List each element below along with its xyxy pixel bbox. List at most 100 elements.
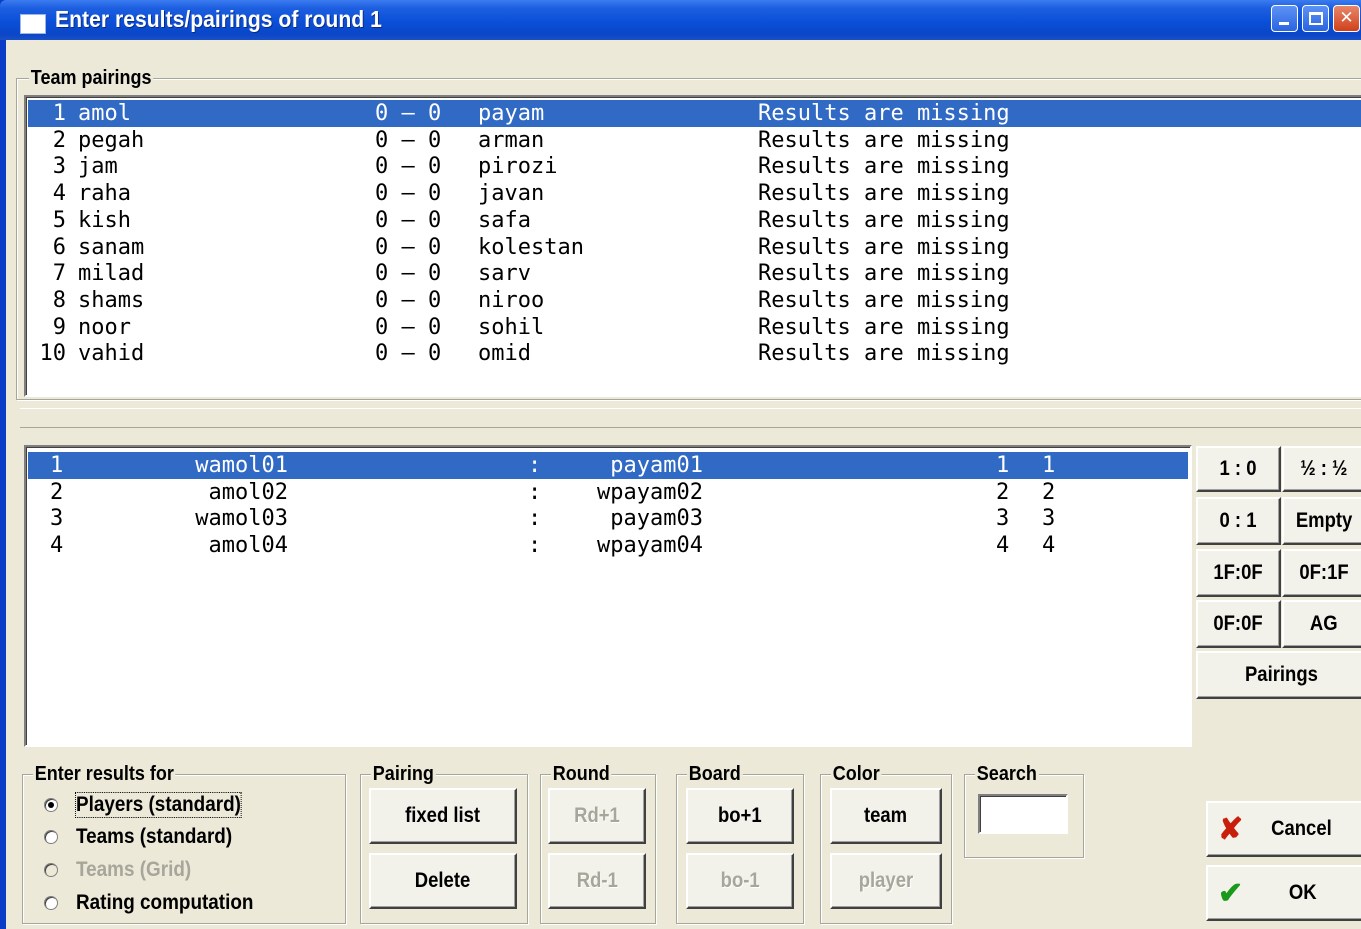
cell-n2: 3	[1042, 506, 1056, 532]
team-pairings-list[interactable]: 1 amol 0 – 0 payam Results are missing 2 pegah…	[24, 95, 1361, 397]
maximize-button[interactable]	[1302, 5, 1329, 32]
cell-away: arman	[478, 127, 545, 153]
checkmark-icon: ✔	[1218, 876, 1244, 910]
cell-score: 0 – 0	[375, 181, 442, 207]
cell-score: 0 – 0	[375, 127, 442, 153]
ok-button[interactable]: ✔ OK	[1206, 865, 1361, 921]
color-player-button[interactable]: player	[830, 853, 942, 909]
cell-score: 0 – 0	[375, 207, 442, 233]
cell-no: 1	[52, 101, 66, 126]
team-pairing-row[interactable]: 8 shams 0 – 0 niroo Results are missing	[28, 287, 1361, 314]
result-1-0-button[interactable]: 1 : 0	[1196, 446, 1281, 492]
splitter[interactable]	[20, 408, 1361, 428]
fixed-list-button[interactable]: fixed list	[369, 788, 517, 844]
cell-home: jam	[78, 154, 118, 180]
title-bar[interactable]: Enter results/pairings of round 1 ✕	[0, 0, 1361, 40]
cell-n2: 1	[1042, 453, 1056, 478]
enter-results-for-label: Enter results for	[33, 763, 176, 786]
round-next-button[interactable]: Rd+1	[548, 788, 646, 844]
cell-no: 9	[52, 314, 66, 340]
radio-teams-grid: Teams (Grid)	[44, 855, 204, 885]
team-pairing-row[interactable]: 4 raha 0 – 0 javan Results are missing	[28, 180, 1361, 207]
result-0f-0f-button[interactable]: 0F:0F	[1196, 600, 1281, 648]
window-title: Enter results/pairings of round 1	[55, 6, 382, 32]
cell-no: 10	[39, 341, 67, 367]
team-pairing-row[interactable]: 10 vahid 0 – 0 omid Results are missing	[28, 340, 1361, 367]
cell-status: Results are missing	[758, 314, 1010, 340]
cell-status: Results are missing	[758, 207, 1010, 233]
cancel-icon: ✘	[1218, 812, 1244, 846]
cell-home: pegah	[78, 127, 145, 153]
close-button[interactable]: ✕	[1333, 5, 1360, 32]
team-pairings-label: Team pairings	[29, 67, 154, 90]
team-pairing-row[interactable]: 1 amol 0 – 0 payam Results are missing	[28, 100, 1361, 127]
maximize-icon	[1309, 12, 1323, 25]
team-pairing-row[interactable]: 9 noor 0 – 0 sohil Results are missing	[28, 314, 1361, 341]
cell-black: wpayam02	[597, 479, 703, 505]
cell-away: omid	[478, 341, 531, 367]
cell-away: sohil	[478, 314, 545, 340]
cell-n2: 4	[1042, 533, 1056, 559]
board-pairings-list[interactable]: 1 wamol01: payam01 1 1 2 amol02: wpayam02 2 2 3 wam…	[24, 445, 1192, 747]
result-0f-1f-button[interactable]: 0F:1F	[1282, 549, 1361, 597]
board-pairing-row[interactable]: 4 amol04: wpayam04 4 4	[28, 532, 1188, 559]
cell-board: 1	[50, 453, 64, 478]
delete-button[interactable]: Delete	[369, 853, 517, 909]
cell-white: wamol03	[195, 506, 288, 532]
result-1f-0f-button[interactable]: 1F:0F	[1196, 549, 1281, 597]
window-icon	[20, 14, 46, 34]
search-group-label: Search	[975, 763, 1039, 786]
cell-score: 0 – 0	[375, 261, 442, 287]
cell-home: milad	[78, 261, 145, 287]
radio-teams-standard[interactable]: Teams (standard)	[44, 822, 250, 852]
result-draw-button[interactable]: ½ : ½	[1282, 446, 1361, 492]
radio-indicator	[44, 896, 58, 910]
team-pairing-row[interactable]: 7 milad 0 – 0 sarv Results are missing	[28, 260, 1361, 287]
cancel-button[interactable]: ✘ Cancel	[1206, 801, 1361, 857]
cell-status: Results are missing	[758, 261, 1010, 287]
board-group-label: Board	[687, 763, 743, 786]
cell-status: Results are missing	[758, 234, 1010, 260]
cell-board: 3	[50, 506, 64, 532]
team-pairing-row[interactable]: 2 pegah 0 – 0 arman Results are missing	[28, 127, 1361, 154]
cell-no: 8	[52, 287, 66, 313]
board-pairing-row[interactable]: 2 amol02: wpayam02 2 2	[28, 479, 1188, 506]
board-pairing-row[interactable]: 3 wamol03: payam03 3 3	[28, 505, 1188, 532]
cell-status: Results are missing	[758, 341, 1010, 367]
radio-indicator	[44, 863, 58, 877]
radio-players-standard[interactable]: Players (standard)	[44, 790, 259, 820]
cell-sep: :	[528, 533, 542, 559]
cell-no: 7	[52, 261, 66, 287]
team-pairing-row[interactable]: 3 jam 0 – 0 pirozi Results are missing	[28, 153, 1361, 180]
radio-rating-computation[interactable]: Rating computation	[44, 888, 273, 918]
cell-away: javan	[478, 181, 545, 207]
radio-indicator	[44, 830, 58, 844]
board-next-button[interactable]: bo+1	[686, 788, 794, 844]
cell-score: 0 – 0	[375, 314, 442, 340]
minimize-button[interactable]	[1271, 5, 1298, 32]
search-input[interactable]	[978, 794, 1068, 834]
cell-status: Results are missing	[758, 287, 1010, 313]
cell-no: 6	[52, 234, 66, 260]
result-empty-button[interactable]: Empty	[1282, 497, 1361, 545]
cell-home: kish	[78, 207, 131, 233]
color-team-button[interactable]: team	[830, 788, 942, 844]
cell-black: wpayam04	[597, 533, 703, 559]
result-ag-button[interactable]: AG	[1282, 600, 1361, 648]
round-prev-button[interactable]: Rd-1	[548, 853, 646, 909]
result-0-1-button[interactable]: 0 : 1	[1196, 497, 1281, 545]
cell-sep: :	[528, 453, 542, 478]
cell-score: 0 – 0	[375, 154, 442, 180]
team-pairing-row[interactable]: 6 sanam 0 – 0 kolestan Results are missing	[28, 234, 1361, 261]
board-pairing-row[interactable]: 1 wamol01: payam01 1 1	[28, 452, 1188, 479]
team-pairing-row[interactable]: 5 kish 0 – 0 safa Results are missing	[28, 207, 1361, 234]
cell-away: payam	[478, 101, 545, 126]
pairings-button[interactable]: Pairings	[1196, 651, 1361, 699]
cell-white: amol04	[208, 533, 288, 559]
board-prev-button[interactable]: bo-1	[686, 853, 794, 909]
results-dialog: Enter results/pairings of round 1 ✕ Team…	[0, 0, 1361, 929]
cell-n1: 2	[996, 479, 1010, 505]
cell-status: Results are missing	[758, 101, 1010, 126]
cell-home: vahid	[78, 341, 145, 367]
cell-away: pirozi	[478, 154, 558, 180]
